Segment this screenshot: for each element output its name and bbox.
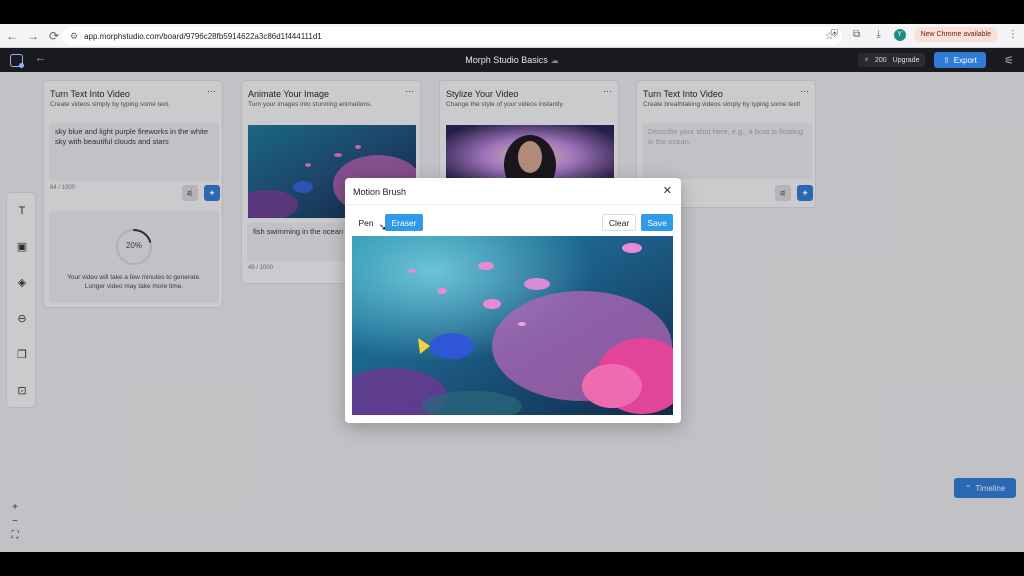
browser-toolbar: ← → ⟳ ⚙ app.morphstudio.com/board/9796c2…	[0, 24, 1024, 48]
save-button[interactable]: Save	[641, 214, 673, 231]
clear-button[interactable]: Clear	[602, 214, 636, 231]
site-info-icon[interactable]: ⚙	[70, 31, 78, 42]
dialog-divider	[345, 204, 681, 205]
export-label: Export	[953, 55, 977, 65]
back-icon[interactable]: ←	[3, 27, 21, 45]
credits-count: 200	[874, 56, 887, 64]
mouse-cursor-icon: ➘	[379, 222, 387, 232]
app-header: ← Morph Studio Basics ☁ ⚡ 200 Upgrade ⇪ E…	[0, 48, 1024, 72]
reload-icon[interactable]: ⟳	[45, 27, 63, 45]
url-text: app.morphstudio.com/board/9796c28fb59146…	[84, 31, 322, 41]
cloud-icon: ☁	[550, 56, 559, 65]
download-icon[interactable]: ⤓	[872, 29, 886, 40]
upgrade-link[interactable]: Upgrade	[893, 57, 920, 64]
forward-icon[interactable]: →	[24, 27, 42, 45]
motion-brush-canvas[interactable]	[352, 236, 673, 415]
extensions-icon[interactable]: ⧉	[850, 29, 864, 40]
eraser-button[interactable]: Eraser	[385, 214, 423, 231]
dialog-title: Motion Brush	[353, 187, 407, 197]
address-bar[interactable]: ⚙ app.morphstudio.com/board/9796c28fb591…	[62, 27, 842, 45]
motion-brush-dialog: Motion Brush ✕ Pen Eraser ➘ Clear Save	[345, 178, 681, 423]
credits-panel: ⚡ 200 Upgrade	[858, 53, 926, 67]
shield-icon[interactable]: ⛨	[828, 29, 842, 40]
browser-actions: ⛨ ⧉ ⤓ Y New Chrome available ⋮	[828, 27, 1020, 42]
export-icon: ⇪	[943, 55, 950, 65]
bolt-icon: ⚡	[864, 57, 869, 64]
sliders-icon[interactable]: ⚟	[1004, 54, 1014, 67]
pen-button[interactable]: Pen	[352, 214, 380, 231]
new-chrome-badge[interactable]: New Chrome available	[913, 27, 998, 42]
close-icon[interactable]: ✕	[663, 184, 672, 197]
export-button[interactable]: ⇪ Export	[934, 52, 986, 68]
project-title-text: Morph Studio Basics	[465, 55, 548, 65]
profile-avatar[interactable]: Y	[893, 28, 906, 41]
menu-kebab-icon[interactable]: ⋮	[1006, 29, 1020, 40]
